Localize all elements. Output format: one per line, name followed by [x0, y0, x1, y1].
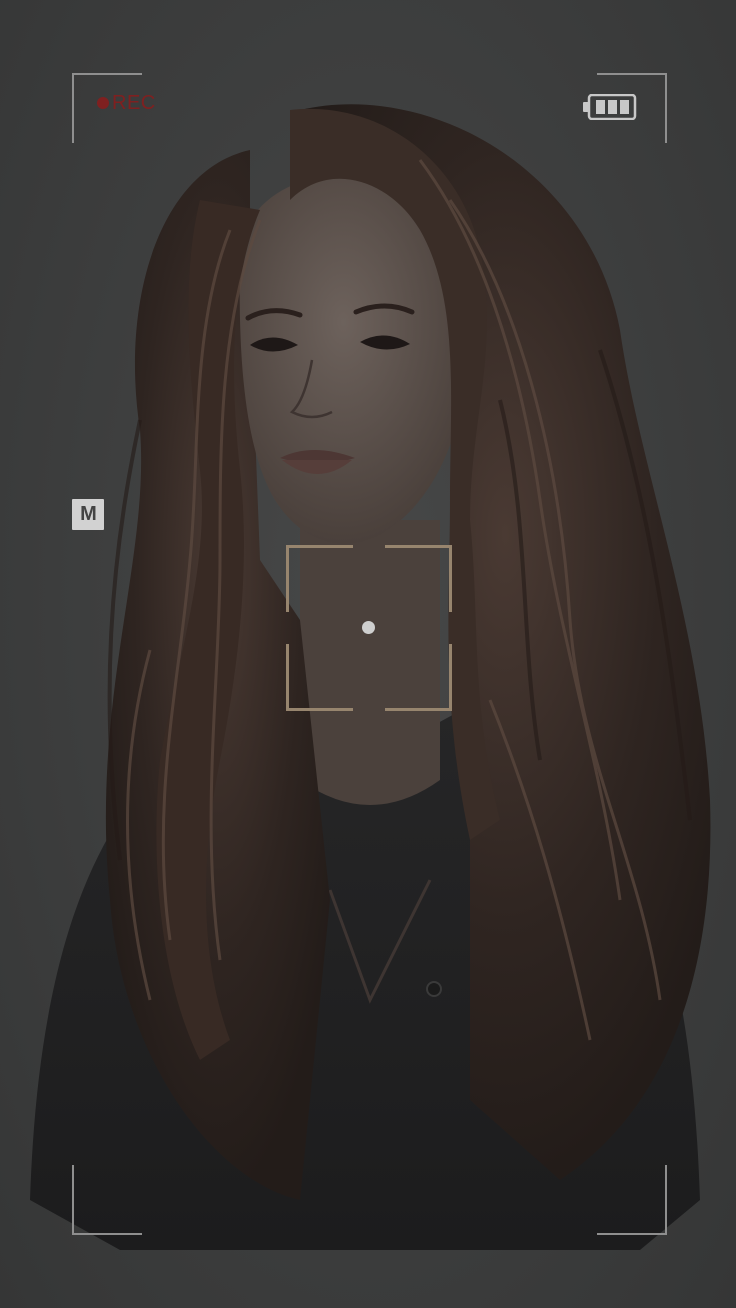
battery-full-icon: [583, 94, 637, 120]
focus-corner-top-left: [286, 545, 353, 612]
focus-point-icon: [362, 621, 375, 634]
focus-corner-top-right: [385, 545, 452, 612]
camera-viewfinder: REC M: [0, 0, 736, 1308]
focus-reticle[interactable]: [286, 545, 452, 711]
recording-indicator: REC: [97, 91, 156, 115]
record-dot-icon: [97, 97, 109, 109]
focus-corner-bottom-left: [286, 644, 353, 711]
focus-corner-bottom-right: [385, 644, 452, 711]
manual-mode-badge[interactable]: M: [72, 499, 104, 530]
viewfinder-corner-bottom-left: [72, 1165, 142, 1235]
recording-label: REC: [112, 91, 156, 114]
viewfinder-corner-bottom-right: [597, 1165, 667, 1235]
